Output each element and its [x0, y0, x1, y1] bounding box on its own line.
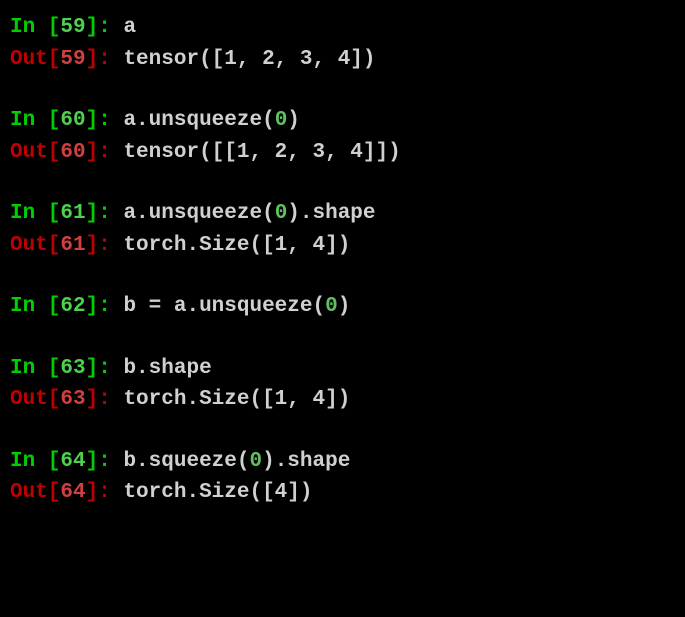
ipython-terminal: In [59]: a Out[59]: tensor([1, 2, 3, 4])… [10, 12, 675, 509]
input-line[interactable]: In [62]: b = a.unsqueeze(0) [10, 291, 675, 323]
out-label: Out[59]: [10, 48, 123, 71]
input-code: b.shape [123, 357, 211, 380]
cell: In [62]: b = a.unsqueeze(0) [10, 291, 675, 323]
output-value: tensor([1, 2, 3, 4]) [123, 48, 375, 71]
out-label: Out[64]: [10, 481, 123, 504]
output-value: torch.Size([1, 4]) [123, 234, 350, 257]
input-line[interactable]: In [64]: b.squeeze(0).shape [10, 446, 675, 478]
output-value: torch.Size([1, 4]) [123, 388, 350, 411]
input-line[interactable]: In [61]: a.unsqueeze(0).shape [10, 198, 675, 230]
output-line: Out[63]: torch.Size([1, 4]) [10, 384, 675, 416]
output-line: Out[60]: tensor([[1, 2, 3, 4]]) [10, 137, 675, 169]
in-label: In [64]: [10, 450, 123, 473]
input-code: a.unsqueeze(0) [123, 109, 299, 132]
input-code: a.unsqueeze(0).shape [123, 202, 375, 225]
in-label: In [61]: [10, 202, 123, 225]
out-label: Out[61]: [10, 234, 123, 257]
cell: In [63]: b.shape Out[63]: torch.Size([1,… [10, 353, 675, 416]
output-line: Out[59]: tensor([1, 2, 3, 4]) [10, 44, 675, 76]
out-label: Out[60]: [10, 141, 123, 164]
cell: In [60]: a.unsqueeze(0) Out[60]: tensor(… [10, 105, 675, 168]
input-line[interactable]: In [63]: b.shape [10, 353, 675, 385]
in-label: In [60]: [10, 109, 123, 132]
output-value: torch.Size([4]) [123, 481, 312, 504]
output-value: tensor([[1, 2, 3, 4]]) [123, 141, 400, 164]
cell: In [59]: a Out[59]: tensor([1, 2, 3, 4]) [10, 12, 675, 75]
in-label: In [62]: [10, 295, 123, 318]
input-code: b = a.unsqueeze(0) [123, 295, 350, 318]
cell: In [64]: b.squeeze(0).shape Out[64]: tor… [10, 446, 675, 509]
input-code: a [123, 16, 136, 39]
in-label: In [59]: [10, 16, 123, 39]
cell: In [61]: a.unsqueeze(0).shape Out[61]: t… [10, 198, 675, 261]
in-label: In [63]: [10, 357, 123, 380]
output-line: Out[64]: torch.Size([4]) [10, 477, 675, 509]
input-line[interactable]: In [59]: a [10, 12, 675, 44]
input-line[interactable]: In [60]: a.unsqueeze(0) [10, 105, 675, 137]
input-code: b.squeeze(0).shape [123, 450, 350, 473]
out-label: Out[63]: [10, 388, 123, 411]
output-line: Out[61]: torch.Size([1, 4]) [10, 230, 675, 262]
